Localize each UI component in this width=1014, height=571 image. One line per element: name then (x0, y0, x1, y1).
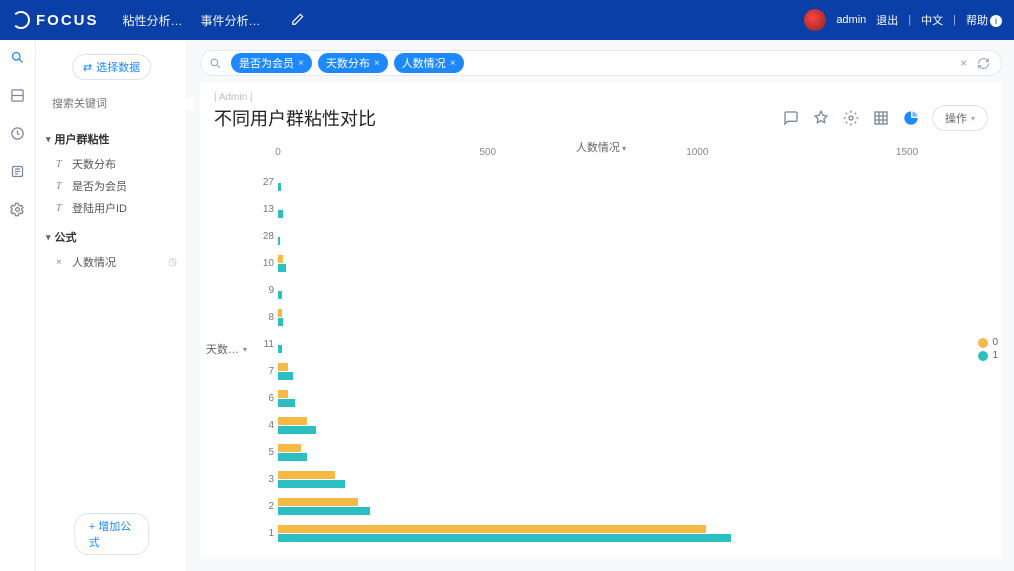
help-link[interactable]: 帮助i (966, 12, 1002, 28)
nav-event-analysis[interactable]: 事件分析… (201, 12, 261, 29)
chart-row: 2 (278, 493, 928, 520)
chart-row: 1 (278, 520, 928, 547)
bar-series-0[interactable] (278, 417, 307, 425)
pill-days-distribution[interactable]: 天数分布× (318, 53, 388, 73)
rail-settings-icon[interactable] (9, 200, 27, 218)
bar-series-1[interactable] (278, 507, 370, 515)
page-title: 不同用户群粘性对比 (214, 105, 376, 131)
chart-row: 4 (278, 412, 928, 439)
bar-series-1[interactable] (278, 453, 307, 461)
chart-row: 10 (278, 250, 928, 277)
x-axis: 050010001500 (278, 147, 928, 163)
select-data-button[interactable]: ⇄选择数据 (72, 54, 151, 80)
bar-series-0[interactable] (278, 444, 301, 452)
rail-data-icon[interactable] (9, 162, 27, 180)
bar-series-1[interactable] (278, 345, 282, 353)
chart-row: 6 (278, 385, 928, 412)
field-days-distribution[interactable]: T天数分布 (46, 153, 177, 175)
legend-item-0[interactable]: 0 (978, 337, 998, 348)
sidebar-search[interactable] (46, 94, 177, 121)
language-toggle[interactable]: 中文 (921, 12, 943, 28)
legend-item-1[interactable]: 1 (978, 350, 998, 361)
field-login-user-id[interactable]: T登陆用户ID (46, 197, 177, 219)
bar-series-1[interactable] (278, 534, 731, 542)
bar-series-1[interactable] (278, 264, 286, 272)
add-formula-button[interactable]: + 增加公式 (74, 513, 150, 555)
operations-button[interactable]: 操作▾ (932, 105, 988, 131)
legend: 0 1 (978, 335, 998, 363)
bar-series-0[interactable] (278, 471, 335, 479)
pill-remove-icon[interactable]: × (450, 58, 456, 69)
bar-series-0[interactable] (278, 525, 706, 533)
bar-series-0[interactable] (278, 498, 358, 506)
chart-row: 27 (278, 169, 928, 196)
bar-series-1[interactable] (278, 480, 345, 488)
query-clear-button[interactable]: × (956, 56, 971, 70)
pill-is-member[interactable]: 是否为会员× (231, 53, 312, 73)
brand-text: FOCUS (36, 12, 99, 29)
bar-series-0[interactable] (278, 255, 283, 263)
bar-series-0[interactable] (278, 363, 288, 371)
chart-row: 5 (278, 439, 928, 466)
separator: | (908, 14, 911, 26)
bar-series-0[interactable] (278, 390, 288, 398)
bar-series-1[interactable] (278, 318, 283, 326)
pill-people-count[interactable]: 人数情况× (394, 53, 464, 73)
chart-bars: 2713281098117645321 (278, 169, 928, 547)
table-icon[interactable] (872, 109, 890, 127)
chart-row: 7 (278, 358, 928, 385)
nav-stickiness-analysis[interactable]: 粘性分析… (123, 12, 183, 29)
group-user-stickiness[interactable]: 用户群粘性 (46, 131, 177, 147)
clock-icon: ◷ (168, 257, 177, 268)
chart-icon[interactable] (902, 109, 920, 127)
chart-row: 13 (278, 196, 928, 223)
chart-row: 11 (278, 331, 928, 358)
brand-logo[interactable]: FOCUS (12, 11, 99, 29)
rail-dashboard-icon[interactable] (9, 86, 27, 104)
query-bar[interactable]: 是否为会员× 天数分布× 人数情况× × (200, 50, 1002, 76)
rail-search-icon[interactable] (9, 48, 27, 66)
bar-series-1[interactable] (278, 237, 280, 245)
chart-row: 3 (278, 466, 928, 493)
pin-icon[interactable] (812, 109, 830, 127)
bar-series-0[interactable] (278, 309, 282, 317)
rail-clock-icon[interactable] (9, 124, 27, 142)
edit-icon[interactable] (291, 12, 305, 29)
field-is-member[interactable]: T是否为会员 (46, 175, 177, 197)
group-formula[interactable]: 公式 (46, 229, 177, 245)
separator: | (953, 14, 956, 26)
bar-series-1[interactable] (278, 372, 293, 380)
chart-row: 28 (278, 223, 928, 250)
comment-icon[interactable] (782, 109, 800, 127)
pill-remove-icon[interactable]: × (298, 58, 304, 69)
avatar[interactable] (804, 9, 826, 31)
bar-series-1[interactable] (278, 210, 283, 218)
pill-remove-icon[interactable]: × (374, 58, 380, 69)
gear-icon[interactable] (842, 109, 860, 127)
chart-row: 9 (278, 277, 928, 304)
logo-mark-icon (12, 11, 30, 29)
formula-people-count[interactable]: ×人数情况◷ (46, 251, 177, 273)
bar-series-1[interactable] (278, 183, 281, 191)
bar-series-1[interactable] (278, 426, 316, 434)
query-refresh-button[interactable] (977, 57, 993, 70)
chart-row: 8 (278, 304, 928, 331)
username[interactable]: admin (836, 14, 866, 26)
query-search-icon[interactable] (209, 57, 225, 70)
logout-link[interactable]: 退出 (876, 12, 898, 28)
bar-series-1[interactable] (278, 291, 282, 299)
breadcrumb: | Admin | (214, 92, 376, 103)
y-axis-label[interactable]: 天数… (206, 341, 247, 357)
search-input[interactable] (52, 98, 194, 110)
bar-series-1[interactable] (278, 399, 295, 407)
